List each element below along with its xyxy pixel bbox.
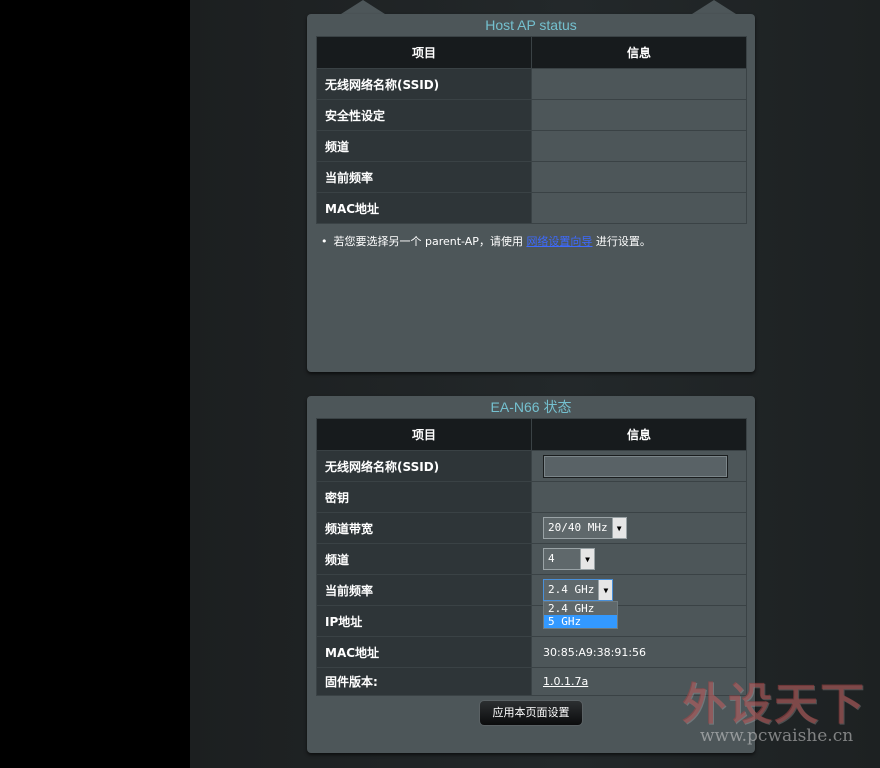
tab-notch-left bbox=[341, 0, 385, 14]
row-value-channel bbox=[531, 130, 747, 162]
table-row: 无线网络名称(SSID) bbox=[316, 68, 747, 100]
row-label-channel: 频道 bbox=[316, 543, 532, 575]
row-label-frequency: 当前频率 bbox=[316, 574, 532, 606]
row-label-mac: MAC地址 bbox=[316, 192, 532, 224]
firmware-version-link[interactable]: 1.0.1.7a bbox=[543, 675, 588, 688]
table-row: 无线网络名称(SSID) bbox=[316, 450, 747, 482]
table-row: 安全性设定 bbox=[316, 99, 747, 131]
frequency-select[interactable]: 2.4 GHz ▼ bbox=[543, 579, 614, 601]
bandwidth-select-value: 20/40 MHz bbox=[548, 521, 608, 534]
row-value-ssid bbox=[531, 450, 747, 482]
row-value-frequency bbox=[531, 161, 747, 193]
note-text-after: 进行设置。 bbox=[592, 235, 651, 248]
row-value-ssid bbox=[531, 68, 747, 100]
column-header-info: 信息 bbox=[531, 36, 747, 69]
table-row: 当前频率 bbox=[316, 161, 747, 193]
bullet-icon: • bbox=[321, 235, 328, 248]
bandwidth-select[interactable]: 20/40 MHz ▼ bbox=[543, 517, 627, 539]
note-text-before: 若您要选择另一个 parent-AP，请使用 bbox=[333, 235, 527, 248]
row-label-key: 密钥 bbox=[316, 481, 532, 513]
row-label-ip: IP地址 bbox=[316, 605, 532, 637]
table-header-row: 项目 信息 bbox=[316, 36, 747, 69]
row-label-ssid: 无线网络名称(SSID) bbox=[316, 450, 532, 482]
table-header-row: 项目 信息 bbox=[316, 418, 747, 451]
row-value-mac bbox=[531, 192, 747, 224]
row-label-ssid: 无线网络名称(SSID) bbox=[316, 68, 532, 100]
host-ap-status-panel: Host AP status 项目 信息 无线网络名称(SSID) 安全性设定 … bbox=[307, 14, 755, 372]
ea-status-table: 项目 信息 无线网络名称(SSID) 密钥 频道带宽 20/40 MHz ▼ 频… bbox=[316, 418, 747, 696]
parent-ap-note: • 若您要选择另一个 parent-AP，请使用 网络设置向导 进行设置。 bbox=[321, 233, 755, 249]
row-value-security bbox=[531, 99, 747, 131]
table-row: IP地址 bbox=[316, 605, 747, 637]
tab-notch-right bbox=[692, 0, 736, 14]
frequency-option-2-4ghz[interactable]: 2.4 GHz bbox=[544, 602, 617, 615]
row-label-firmware: 固件版本: bbox=[316, 667, 532, 696]
watermark-logo-text: 外设天下 bbox=[682, 679, 866, 730]
chevron-down-icon[interactable]: ▼ bbox=[611, 518, 626, 538]
channel-select-value: 4 bbox=[548, 552, 555, 565]
frequency-select-value: 2.4 GHz bbox=[548, 583, 595, 596]
table-row: 密钥 bbox=[316, 481, 747, 513]
watermark: 外设天下 www.pcwaishe.cn bbox=[678, 668, 868, 758]
column-header-item: 项目 bbox=[316, 36, 532, 69]
apply-settings-button[interactable]: 应用本页面设置 bbox=[479, 700, 583, 726]
row-value-channel: 4 ▼ bbox=[531, 543, 747, 575]
column-header-item: 项目 bbox=[316, 418, 532, 451]
network-setup-wizard-link[interactable]: 网络设置向导 bbox=[526, 235, 592, 248]
row-label-security: 安全性设定 bbox=[316, 99, 532, 131]
row-value-mac: 30:85:A9:38:91:56 bbox=[531, 636, 747, 668]
column-header-info: 信息 bbox=[531, 418, 747, 451]
frequency-option-5ghz[interactable]: 5 GHz bbox=[544, 615, 617, 628]
frequency-dropdown-list: 2.4 GHz 5 GHz bbox=[543, 601, 618, 629]
table-row: MAC地址 30:85:A9:38:91:56 bbox=[316, 636, 747, 668]
row-label-channel: 频道 bbox=[316, 130, 532, 162]
ea-panel-title: EA-N66 状态 bbox=[490, 399, 572, 415]
table-row: MAC地址 bbox=[316, 192, 747, 224]
chevron-down-icon[interactable]: ▼ bbox=[580, 549, 594, 569]
ssid-input[interactable] bbox=[543, 454, 728, 478]
table-row: 频道 bbox=[316, 130, 747, 162]
row-label-mac: MAC地址 bbox=[316, 636, 532, 668]
table-row: 频道带宽 20/40 MHz ▼ bbox=[316, 512, 747, 544]
row-value-bandwidth: 20/40 MHz ▼ bbox=[531, 512, 747, 544]
row-label-frequency: 当前频率 bbox=[316, 161, 532, 193]
watermark-url: www.pcwaishe.cn bbox=[700, 726, 854, 746]
table-row: 频道 4 ▼ bbox=[316, 543, 747, 575]
table-row: 当前频率 2.4 GHz ▼ bbox=[316, 574, 747, 606]
chevron-down-icon[interactable]: ▼ bbox=[598, 580, 613, 600]
channel-select[interactable]: 4 ▼ bbox=[543, 548, 595, 570]
host-ap-table: 项目 信息 无线网络名称(SSID) 安全性设定 频道 当前频率 MAC地址 bbox=[316, 36, 747, 224]
host-ap-panel-title: Host AP status bbox=[485, 17, 577, 33]
row-label-bandwidth: 频道带宽 bbox=[316, 512, 532, 544]
row-value-key bbox=[531, 481, 747, 513]
